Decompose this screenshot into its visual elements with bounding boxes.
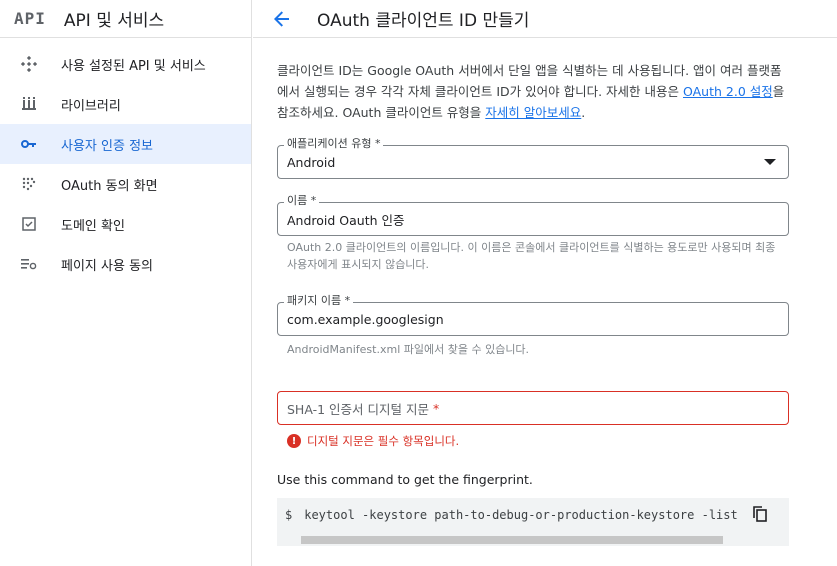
arrow-back-icon[interactable] <box>271 8 293 30</box>
sidebar-item-credentials[interactable]: 사용자 인증 정보 <box>0 124 251 164</box>
description-text: . <box>581 105 586 120</box>
sidebar-title: API 및 서비스 <box>63 11 165 31</box>
command-line[interactable]: $ keytool -keystore path-to-debug-or-prod… <box>285 508 738 522</box>
key-icon <box>20 135 38 153</box>
sidebar-nav: 사용 설정된 API 및 서비스 라이브러리 사용자 인증 정보 OAuth 동… <box>0 38 251 284</box>
sha1-placeholder: SHA-1 인증서 디지털 지문 <box>287 401 429 417</box>
page-header: OAuth 클라이언트 ID 만들기 <box>253 0 837 38</box>
sidebar-item-oauth-consent[interactable]: OAuth 동의 화면 <box>0 164 251 204</box>
name-value: Android Oauth 인증 <box>287 212 405 228</box>
sha1-error: ! 디지털 지문은 필수 항목입니다. <box>287 433 459 449</box>
sha1-fingerprint-input[interactable]: SHA-1 인증서 디지털 지문 * <box>277 391 789 425</box>
package-name-hint: AndroidManifest.xml 파일에서 찾을 수 있습니다. <box>287 343 530 356</box>
name-hint: OAuth 2.0 클라이언트의 이름입니다. 이 이름은 콘솔에서 클라이언트… <box>287 241 776 271</box>
sidebar-item-library[interactable]: 라이브러리 <box>0 84 251 124</box>
package-name-input[interactable]: 패키지 이름 * com.example.googlesign <box>277 294 789 336</box>
sidebar-item-label: 사용 설정된 API 및 서비스 <box>61 58 206 74</box>
name-input[interactable]: 이름 * Android Oauth 인증 <box>277 194 789 236</box>
package-name-label: 패키지 이름 * <box>284 294 354 308</box>
sidebar-item-domain-verification[interactable]: 도메인 확인 <box>0 204 251 244</box>
description: 클라이언트 ID는 Google OAuth 서버에서 단일 앱을 식별하는 데… <box>277 60 789 123</box>
app-type-label: 애플리케이션 유형 * <box>284 137 384 151</box>
dropdown-arrow-icon <box>764 159 776 165</box>
sha1-error-text: 디지털 지문은 필수 항목입니다. <box>307 434 460 448</box>
required-mark: * <box>433 400 440 416</box>
sidebar-item-label: OAuth 동의 화면 <box>61 178 158 194</box>
settings-list-icon <box>20 255 38 273</box>
command-text: keytool -keystore path-to-debug-or-produ… <box>304 508 738 522</box>
error-icon: ! <box>287 434 301 448</box>
app-type-value: Android <box>287 154 336 170</box>
learn-more-link[interactable]: 자세히 알아보세요 <box>485 105 581 120</box>
copy-icon[interactable] <box>753 506 769 524</box>
sidebar-item-label: 도메인 확인 <box>61 218 125 234</box>
form-content: 클라이언트 ID는 Google OAuth 서버에서 단일 앱을 식별하는 데… <box>277 60 789 546</box>
page-title: OAuth 클라이언트 ID 만들기 <box>317 11 530 31</box>
name-label: 이름 * <box>284 194 320 208</box>
command-codebox: $ keytool -keystore path-to-debug-or-prod… <box>277 498 789 546</box>
sidebar-item-page-usage-agreement[interactable]: 페이지 사용 동의 <box>0 244 251 284</box>
sidebar-header: API API 및 서비스 <box>0 0 251 38</box>
api-logo: API <box>14 9 46 28</box>
oauth-setup-link[interactable]: OAuth 2.0 설정 <box>683 84 773 99</box>
sidebar-item-enabled-apis[interactable]: 사용 설정된 API 및 서비스 <box>0 44 251 84</box>
diamond-dots-icon <box>20 55 38 73</box>
package-name-value: com.example.googlesign <box>287 311 444 327</box>
dots-grid-icon <box>20 175 38 193</box>
sidebar-item-label: 사용자 인증 정보 <box>61 138 153 154</box>
command-intro: Use this command to get the fingerprint. <box>277 472 533 487</box>
app-type-select[interactable]: 애플리케이션 유형 * Android <box>277 137 789 179</box>
sidebar-item-label: 라이브러리 <box>61 98 121 114</box>
command-prompt: $ <box>285 508 293 522</box>
sidebar-item-label: 페이지 사용 동의 <box>61 258 153 274</box>
horizontal-scrollbar[interactable] <box>301 536 723 544</box>
checkbox-icon <box>20 215 38 233</box>
main-panel: OAuth 클라이언트 ID 만들기 클라이언트 ID는 Google OAut… <box>253 0 837 566</box>
library-icon <box>20 95 38 113</box>
sidebar: API API 및 서비스 사용 설정된 API 및 서비스 라이브러리 사용자… <box>0 0 252 566</box>
